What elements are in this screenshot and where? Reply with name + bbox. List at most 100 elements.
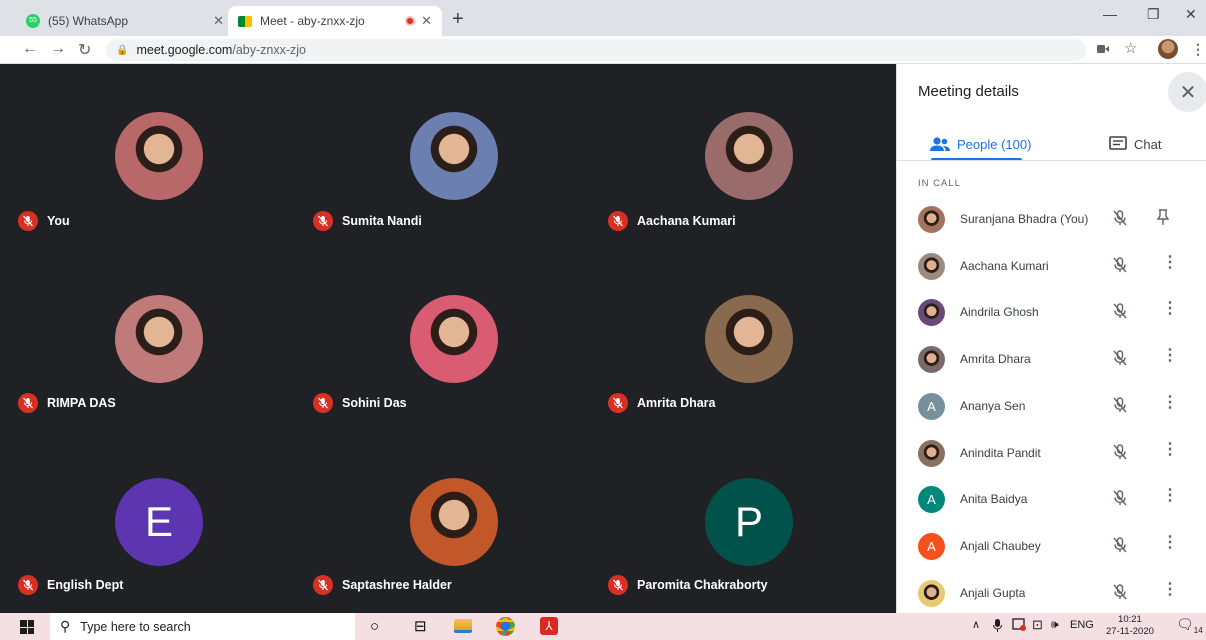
volume-icon[interactable]: 🕪	[1051, 617, 1059, 632]
participant-list-item[interactable]: A Anita Baidya ⋮	[897, 479, 1206, 519]
tab-title: (55) WhatsApp	[48, 14, 129, 28]
participant-list-avatar: A	[918, 392, 945, 420]
url-field[interactable]: 🔒 meet.google.com/aby-znxx-zjo	[106, 39, 1086, 61]
clock-date: 27-11-2020	[1106, 626, 1154, 637]
participant-name-label: RIMPA DAS	[18, 393, 116, 413]
in-call-heading: IN CALL	[918, 178, 961, 189]
more-options-icon[interactable]: ⋮	[1162, 348, 1178, 364]
network-icon[interactable]: ⊡	[1032, 617, 1043, 633]
meet-icon	[238, 15, 252, 27]
participant-name-label: You	[18, 211, 70, 231]
profile-avatar[interactable]	[1158, 39, 1178, 59]
participant-list-item[interactable]: Aachana Kumari ⋮	[897, 246, 1206, 286]
participant-tile[interactable]: Amrita Dhara	[590, 247, 885, 429]
more-options-icon[interactable]: ⋮	[1162, 581, 1178, 598]
close-tab-icon[interactable]: ✕	[213, 13, 224, 29]
acrobat-icon[interactable]: ⅄	[540, 617, 558, 635]
task-view-icon[interactable]: ⊟	[414, 617, 434, 637]
more-options-icon[interactable]: ⋮	[1162, 441, 1178, 458]
close-tab-icon[interactable]: ✕	[421, 13, 432, 29]
participant-name-label: English Dept	[18, 575, 123, 595]
show-hidden-icons[interactable]: ∧	[972, 618, 980, 631]
participant-tile[interactable]: P Paromita Chakraborty	[590, 430, 885, 612]
language-indicator[interactable]: ENG	[1070, 619, 1094, 631]
close-window-icon[interactable]: ✕	[1185, 6, 1197, 23]
participant-list-item[interactable]: A Anjali Chaubey ⋮	[897, 526, 1206, 566]
mic-muted-icon	[313, 575, 333, 595]
mic-muted-icon	[608, 393, 628, 413]
address-bar: ← → ↻ 🔒 meet.google.com/aby-znxx-zjo ☆ ⋮	[0, 36, 1206, 64]
mic-muted-icon	[1111, 536, 1129, 559]
more-options-icon[interactable]: ⋮	[1162, 254, 1178, 271]
participant-avatar	[705, 112, 793, 200]
camera-icon[interactable]	[1097, 41, 1109, 57]
panel-title: Meeting details	[918, 83, 1019, 100]
mic-muted-icon	[1111, 302, 1129, 325]
participant-list-name: Anjali Gupta	[960, 585, 1026, 600]
mic-muted-icon	[1111, 256, 1129, 279]
more-options-icon[interactable]: ⋮	[1162, 301, 1178, 317]
participant-tile[interactable]: You	[0, 64, 295, 246]
more-options-icon[interactable]: ⋮	[1162, 488, 1178, 504]
participant-list-item[interactable]: Anjali Gupta ⋮	[897, 573, 1206, 613]
mic-muted-icon	[18, 211, 38, 231]
close-panel-button[interactable]: ✕	[1168, 72, 1206, 112]
chat-icon	[1109, 136, 1127, 150]
tab-whatsapp[interactable]: 55 (55) WhatsApp ✕	[16, 6, 234, 36]
participant-list-name: Ananya Sen	[960, 398, 1026, 413]
participant-name-label: Aachana Kumari	[608, 211, 736, 231]
tab-meet[interactable]: Meet - aby-znxx-zjo ✕	[228, 6, 442, 36]
file-explorer-icon[interactable]	[454, 619, 472, 633]
more-options-icon[interactable]: ⋮	[1162, 394, 1178, 411]
new-tab-button[interactable]: +	[452, 8, 464, 31]
participant-list-item[interactable]: Amrita Dhara ⋮	[897, 339, 1206, 379]
mic-muted-icon	[608, 575, 628, 595]
more-options-icon[interactable]: ⋮	[1162, 534, 1178, 551]
tab-people[interactable]: People (100)	[929, 128, 1031, 160]
participant-list-name: Suranjana Bhadra (You)	[960, 212, 1089, 226]
participant-avatar	[410, 112, 498, 200]
participant-tile[interactable]: E English Dept	[0, 430, 295, 612]
participant-list-item[interactable]: Aindrila Ghosh ⋮	[897, 292, 1206, 332]
participant-tile[interactable]: RIMPA DAS	[0, 247, 295, 429]
chat-tab-label: Chat	[1134, 136, 1162, 152]
bookmark-star-icon[interactable]: ☆	[1124, 39, 1137, 57]
microphone-tray-icon[interactable]	[993, 619, 1002, 635]
chrome-icon[interactable]	[496, 617, 515, 636]
participant-list-name: Anindita Pandit	[960, 445, 1041, 460]
mic-muted-icon	[18, 393, 38, 413]
back-icon[interactable]: ←	[22, 40, 38, 58]
mic-muted-icon	[313, 393, 333, 413]
restore-icon[interactable]: ❐	[1147, 6, 1160, 23]
windows-start-icon[interactable]	[20, 620, 34, 634]
search-placeholder: Type here to search	[80, 619, 191, 634]
minimize-icon[interactable]: —	[1103, 6, 1117, 22]
search-icon: ⚲	[60, 618, 71, 634]
browser-tab-strip: 55 (55) WhatsApp ✕ Meet - aby-znxx-zjo ✕…	[0, 0, 1206, 36]
pin-icon[interactable]	[1156, 208, 1170, 231]
forward-icon[interactable]: →	[50, 40, 66, 58]
participant-tile[interactable]: Aachana Kumari	[590, 64, 885, 246]
browser-menu-icon[interactable]: ⋮	[1191, 41, 1205, 58]
tab-chat[interactable]: Chat	[1109, 128, 1161, 160]
participant-list-avatar	[918, 206, 945, 233]
reload-icon[interactable]: ↻	[78, 40, 91, 60]
security-tray-icon[interactable]	[1012, 617, 1026, 634]
participant-name: Paromita Chakraborty	[637, 578, 768, 592]
notifications-icon[interactable]: 🗨14	[1176, 616, 1203, 635]
cortana-icon[interactable]: ○	[370, 618, 390, 638]
taskbar-search-box[interactable]: ⚲ Type here to search	[50, 613, 355, 640]
participant-tile[interactable]: Sohini Das	[295, 247, 590, 429]
participant-tile[interactable]: Saptashree Halder	[295, 430, 590, 612]
participant-list-item[interactable]: Suranjana Bhadra (You)	[897, 199, 1206, 239]
participant-tile[interactable]: Sumita Nandi	[295, 64, 590, 246]
participant-list-name: Anita Baidya	[960, 492, 1028, 507]
mic-muted-icon	[1111, 349, 1129, 372]
mic-muted-icon	[1111, 396, 1129, 419]
participant-list-item[interactable]: Anindita Pandit ⋮	[897, 433, 1206, 473]
taskbar-clock[interactable]: 10:21 27-11-2020	[1106, 614, 1154, 638]
participant-list-item[interactable]: A Ananya Sen ⋮	[897, 386, 1206, 426]
participant-list-avatar: A	[918, 532, 945, 560]
tab-title: Meet - aby-znxx-zjo	[260, 14, 365, 28]
participant-name: English Dept	[47, 578, 124, 592]
